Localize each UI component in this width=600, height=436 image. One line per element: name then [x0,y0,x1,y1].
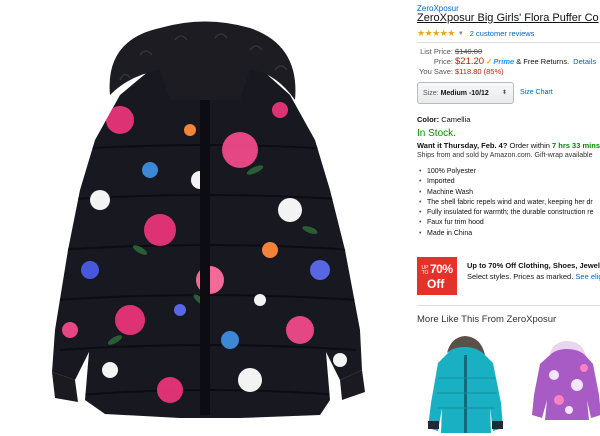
promo-eligibility-link[interactable]: See elig [575,272,600,281]
related-product-thumbnail[interactable] [529,340,600,420]
chevron-down-icon[interactable]: ▼ [458,31,464,37]
savings-row: You Save: $118.80 (85%) [417,67,596,77]
feature-item: Machine Wash [417,188,594,199]
promo-badge-percent: 70% [430,262,453,276]
product-main-image[interactable] [0,0,410,436]
size-chart-link[interactable]: Size Chart [520,89,553,96]
promo-badge-up-to: UP TO [421,265,429,276]
star-rating-icon[interactable]: ★★★★★ [417,28,455,39]
savings-label: You Save: [419,67,453,76]
feature-item: Made in China [417,229,594,240]
prime-label: Prime [493,57,515,66]
related-product-thumbnail[interactable] [423,333,508,436]
list-price-label: List Price: [420,47,453,56]
feature-item: Imported [417,177,594,188]
promo-subtitle: Select styles. Prices as marked. See eli… [467,272,600,281]
color-line: Color: Camellia [417,115,470,124]
feature-item: The shell fabric repels wind and water, … [417,198,594,209]
delivery-estimate: Want it Thursday, Feb. 4? Order within 7… [417,141,600,150]
divider [417,305,600,306]
color-value: Camellia [441,115,471,124]
order-within-text: Order within [509,141,550,150]
size-label: Size: [423,89,439,97]
details-link[interactable]: Details [573,57,596,67]
sale-price-value: $21.20 [455,56,485,67]
prime-badge: ✓ Prime [486,57,514,67]
size-selected-value: Medium -10/12 [440,89,489,97]
floral-puffer-coat-image [52,21,365,418]
prime-check-icon: ✓ [486,57,493,66]
more-like-this-heading: More Like This From ZeroXposur [417,314,557,325]
ships-from-text: Ships from and sold by Amazon.com. Gift-… [417,152,593,159]
feature-bullets: 100% Polyester Imported Machine Wash The… [417,167,594,239]
product-detail-column: ZeroXposur ZeroXposur Big Girls' Flora P… [417,0,600,436]
promo-badge-off: Off [427,277,445,291]
promo-subtitle-text: Select styles. Prices as marked. [467,272,574,281]
divider [417,42,600,43]
order-countdown: 7 hrs 33 mins [552,141,600,150]
updown-caret-icon: ⬍ [501,90,507,96]
promo-banner[interactable]: UP TO 70% Off Up to 70% Off Clothing, Sh… [417,256,600,298]
price-block: List Price: $140.00 Price: $21.20 ✓ Prime… [417,47,596,77]
want-it-by: Want it Thursday, Feb. 4? [417,141,508,150]
feature-item: 100% Polyester [417,167,594,178]
free-returns-text: & Free Returns. [516,57,570,66]
savings-value: $118.80 (85%) [455,67,504,76]
promo-badge: UP TO 70% Off [417,257,457,295]
size-dropdown[interactable]: Size: Medium -10/12 ⬍ [417,82,514,104]
stock-status: In Stock. [417,128,456,139]
feature-item: Fully insulated for warmth; the durable … [417,208,594,219]
rating-row: ★★★★★ ▼ 2 customer reviews [417,28,534,39]
customer-reviews-link[interactable]: 2 customer reviews [470,29,535,38]
sale-price-row: Price: $21.20 ✓ Prime & Free Returns. Det… [417,57,596,67]
promo-title: Up to 70% Off Clothing, Shoes, Jewelry [467,261,600,270]
feature-item: Faux fur trim hood [417,218,594,229]
product-title: ZeroXposur Big Girls' Flora Puffer Co [417,12,599,24]
price-label: Price: [433,57,453,66]
list-price-row: List Price: $140.00 [417,47,596,57]
color-label: Color: [417,115,440,124]
